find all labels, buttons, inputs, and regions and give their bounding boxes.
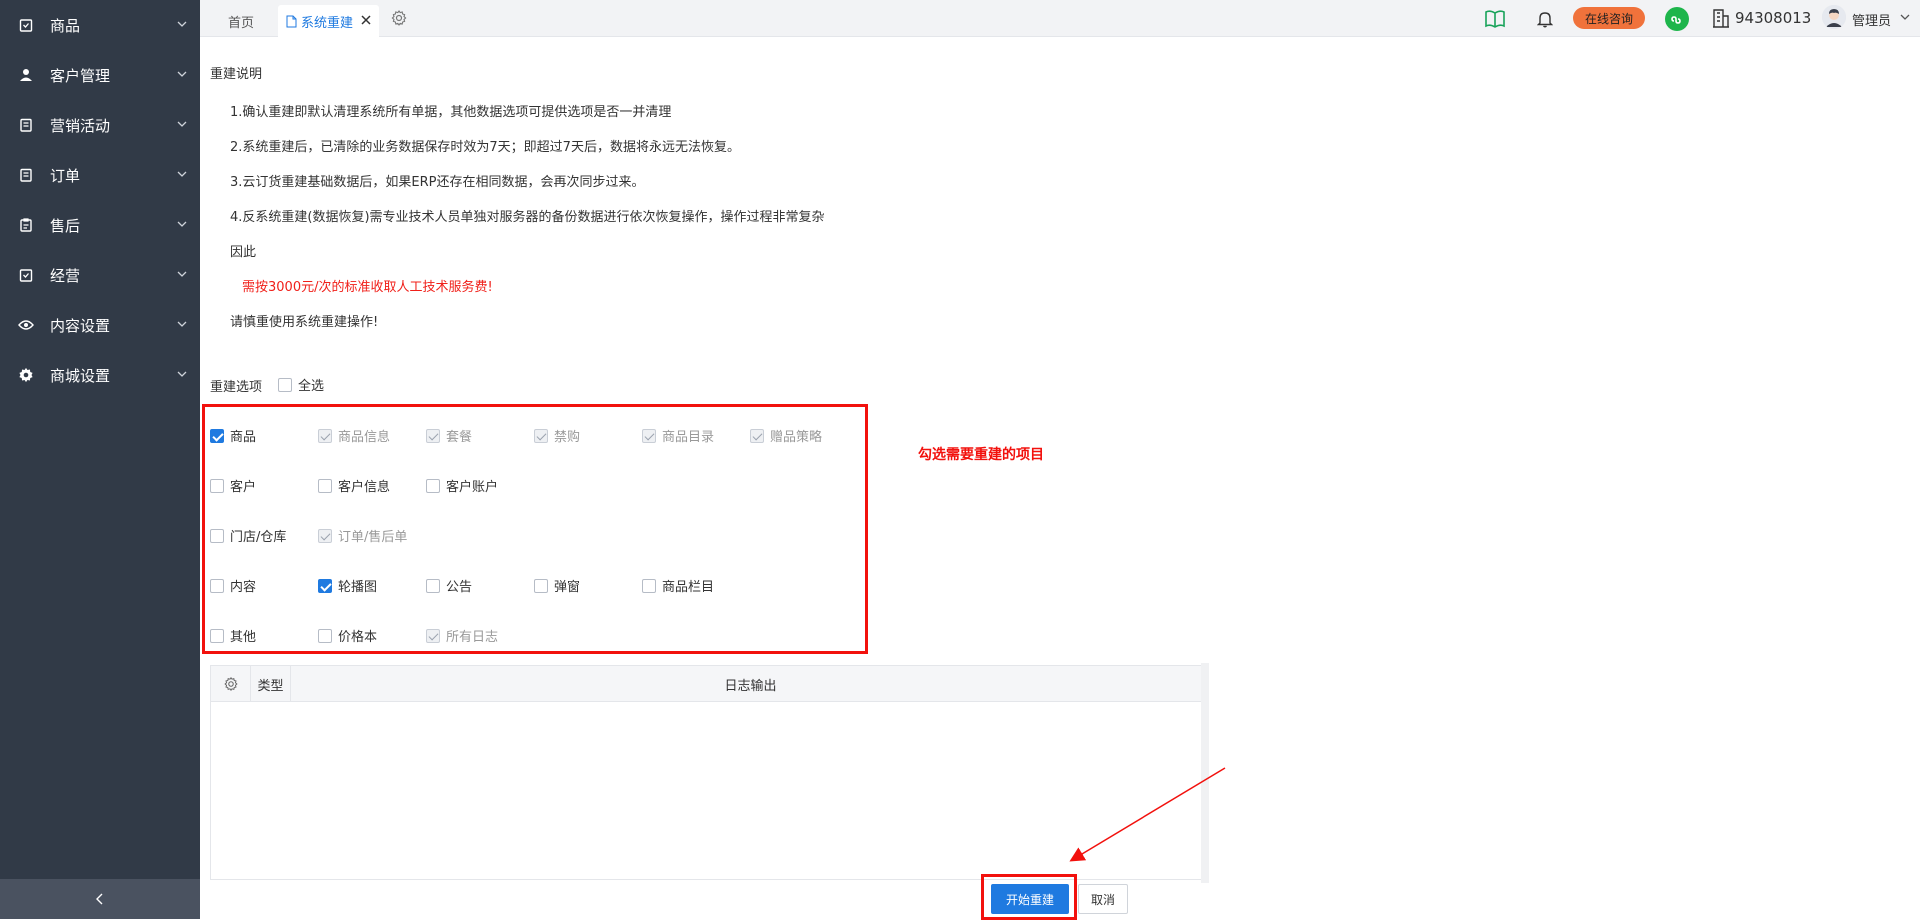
chevron-left-icon [96,893,103,905]
select-all-box[interactable] [278,377,292,392]
log-table-scrollbar[interactable] [1201,663,1209,883]
main-content: 重建说明 1.确认重建即默认清理系统所有单据，其他数据选项可提供选项是否一并清理… [200,38,1920,920]
user-icon [18,67,34,83]
marketing-icon [18,117,34,133]
tab-system-rebuild[interactable]: 系统重建 [278,5,379,37]
sidebar-item-3[interactable]: 订单 [0,150,200,200]
options-highlight-box [202,404,868,654]
tab-home-label: 首页 [228,15,255,31]
tab-home[interactable]: 首页 [228,5,254,37]
mini-program-icon [1671,16,1681,24]
sidebar-item-6[interactable]: 内容设置 [0,300,200,350]
start-rebuild-button[interactable]: 开始重建 [991,884,1069,914]
chevron-down-icon [177,271,187,277]
gear-icon [223,676,238,692]
warning-text: 请慎重使用系统重建操作! [230,315,379,330]
select-all-checkbox[interactable]: 全选 [278,375,324,394]
column-log-header: 日志输出 [724,678,777,694]
bell-icon[interactable] [1537,10,1553,28]
avatar[interactable] [1822,5,1846,29]
sidebar-item-0[interactable]: 商品 [0,0,200,50]
eye-icon [18,317,34,333]
order-icon [18,167,34,183]
goods-icon [18,17,34,33]
sidebar-item-1[interactable]: 客户管理 [0,50,200,100]
sidebar-item-2[interactable]: 营销活动 [0,100,200,150]
sidebar-item-label: 客户管理 [50,66,111,85]
tab-settings-gear-icon[interactable] [390,9,408,27]
sidebar-item-label: 商城设置 [50,366,111,385]
sidebar-item-label: 内容设置 [50,316,111,335]
close-icon[interactable] [359,13,373,27]
sidebar-item-label: 订单 [50,166,81,185]
chevron-down-icon [177,321,187,327]
sidebar-collapse-button[interactable] [0,879,200,919]
tab-system-rebuild-label: 系统重建 [301,15,354,31]
online-consult-label: 在线咨询 [1584,11,1633,26]
chevron-down-icon [177,71,187,77]
gear-icon [18,367,34,383]
chevron-down-icon[interactable] [1900,13,1910,21]
chevron-down-icon [177,21,187,27]
book-icon[interactable] [1484,9,1506,29]
chevron-down-icon [177,221,187,227]
sidebar-item-label: 营销活动 [50,116,111,135]
fee-notice: 需按3000元/次的标准收取人工技术服务费! [242,280,493,295]
sidebar-item-label: 售后 [50,216,81,235]
log-table: 类型 日志输出 [210,665,1209,880]
chevron-down-icon [177,371,187,377]
note-line-5: 因此 [230,245,257,260]
mini-program-button[interactable] [1665,7,1689,31]
cancel-button[interactable]: 取消 [1078,884,1128,914]
note-line-1: 1.确认重建即默认清理系统所有单据，其他数据选项可提供选项是否一并清理 [230,105,672,120]
sidebar-item-7[interactable]: 商城设置 [0,350,200,400]
sidebar-item-4[interactable]: 售后 [0,200,200,250]
store-id: 94308013 [1735,9,1812,27]
rebuild-notes-title: 重建说明 [210,67,263,82]
annotation-text: 勾选需要重建的项目 [918,447,1044,463]
file-icon [286,15,297,27]
column-settings-button[interactable] [211,666,251,702]
sidebar: 商品客户管理营销活动订单售后经营内容设置商城设置 [0,0,200,919]
username[interactable]: 管理员 [1852,10,1891,29]
log-table-header: 类型 日志输出 [211,666,1208,702]
aftersale-icon [18,217,34,233]
avatar-icon [1822,5,1846,29]
sidebar-item-5[interactable]: 经营 [0,250,200,300]
sidebar-item-label: 经营 [50,266,81,285]
business-icon [18,267,34,283]
rebuild-options-title: 重建选项 [210,380,263,395]
online-consult-button[interactable]: 在线咨询 [1573,7,1645,29]
column-type-header: 类型 [251,666,291,702]
top-bar: 首页 系统重建 [200,0,1920,37]
chevron-down-icon [177,121,187,127]
chevron-down-icon [177,171,187,177]
note-line-3: 3.云订货重建基础数据后，如果ERP还存在相同数据，会再次同步过来。 [230,175,645,190]
select-all-label: 全选 [298,379,325,394]
note-line-2: 2.系统重建后，已清除的业务数据保存时效为7天；即超过7天后，数据将永远无法恢复… [230,140,740,155]
note-line-4: 4.反系统重建(数据恢复)需专业技术人员单独对服务器的备份数据进行依次恢复操作，… [230,210,825,225]
sidebar-item-label: 商品 [50,16,81,35]
building-icon [1713,9,1729,28]
